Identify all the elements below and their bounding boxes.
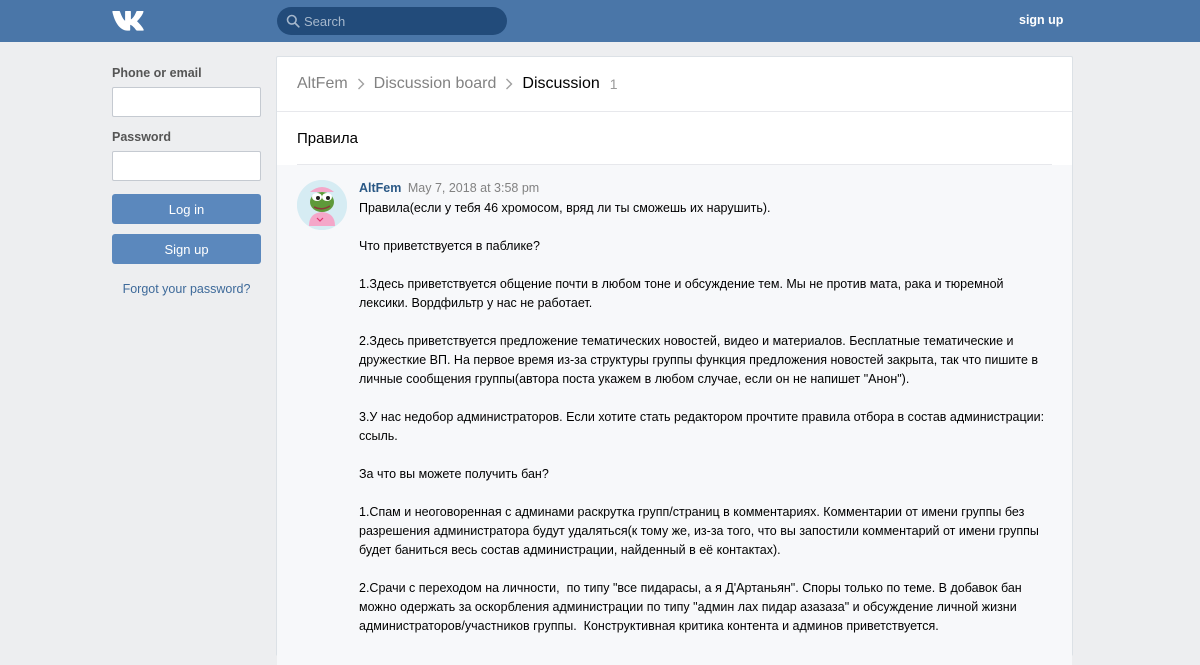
chevron-right-icon [496,74,522,94]
login-panel: Phone or email Password Log in Sign up F… [112,66,261,296]
phone-label: Phone or email [112,66,202,80]
post-paragraph: 3.У нас недобор администраторов. Если хо… [359,410,1048,443]
post-date[interactable]: May 7, 2018 at 3:58 pm [408,181,539,195]
avatar[interactable] [297,180,347,230]
topic-title: Правила [297,130,358,147]
discussion-card: AltFem Discussion board Discussion 1 Пра… [276,56,1073,665]
signup-button[interactable]: Sign up [112,234,261,264]
password-field[interactable] [112,151,261,181]
divider [277,111,1072,112]
search-input[interactable] [304,7,499,35]
pepe-avatar-icon [297,180,347,230]
post-paragraph: 1.Здесь приветствуется общение почти в л… [359,277,1008,310]
breadcrumb-current: Discussion [522,75,600,92]
header-signup-link[interactable]: sign up [1019,13,1063,27]
top-header: sign up [0,0,1200,42]
chevron-right-icon [348,74,374,94]
search-icon [286,14,300,28]
phone-email-field[interactable] [112,87,261,117]
post: AltFem May 7, 2018 at 3:58 pm Правила(ес… [277,165,1072,665]
discussion-count: 1 [609,76,618,92]
password-label: Password [112,130,172,144]
vk-logo-icon[interactable] [112,9,146,31]
search-box [277,7,507,35]
login-button[interactable]: Log in [112,194,261,224]
post-header: AltFem May 7, 2018 at 3:58 pm [359,181,539,195]
breadcrumb: AltFem Discussion board Discussion 1 [297,74,618,94]
post-paragraph: 2.Срачи с переходом на личности, по типу… [359,581,1026,633]
post-author[interactable]: AltFem [359,181,401,195]
breadcrumb-group[interactable]: AltFem [297,75,348,93]
post-paragraph: Правила(если у тебя 46 хромосом, вряд ли… [359,201,771,215]
post-paragraph: 2.Здесь приветствуется предложение темат… [359,334,1042,386]
breadcrumb-board[interactable]: Discussion board [374,75,497,93]
post-text: Правила(если у тебя 46 хромосом, вряд ли… [359,199,1054,655]
post-paragraph: За что вы можете получить бан? [359,467,549,481]
post-paragraph: 1.Спам и неоговоренная с админами раскру… [359,505,1043,557]
forgot-password-link[interactable]: Forgot your password? [112,282,261,296]
post-paragraph: Что приветствуется в паблике? [359,239,540,253]
